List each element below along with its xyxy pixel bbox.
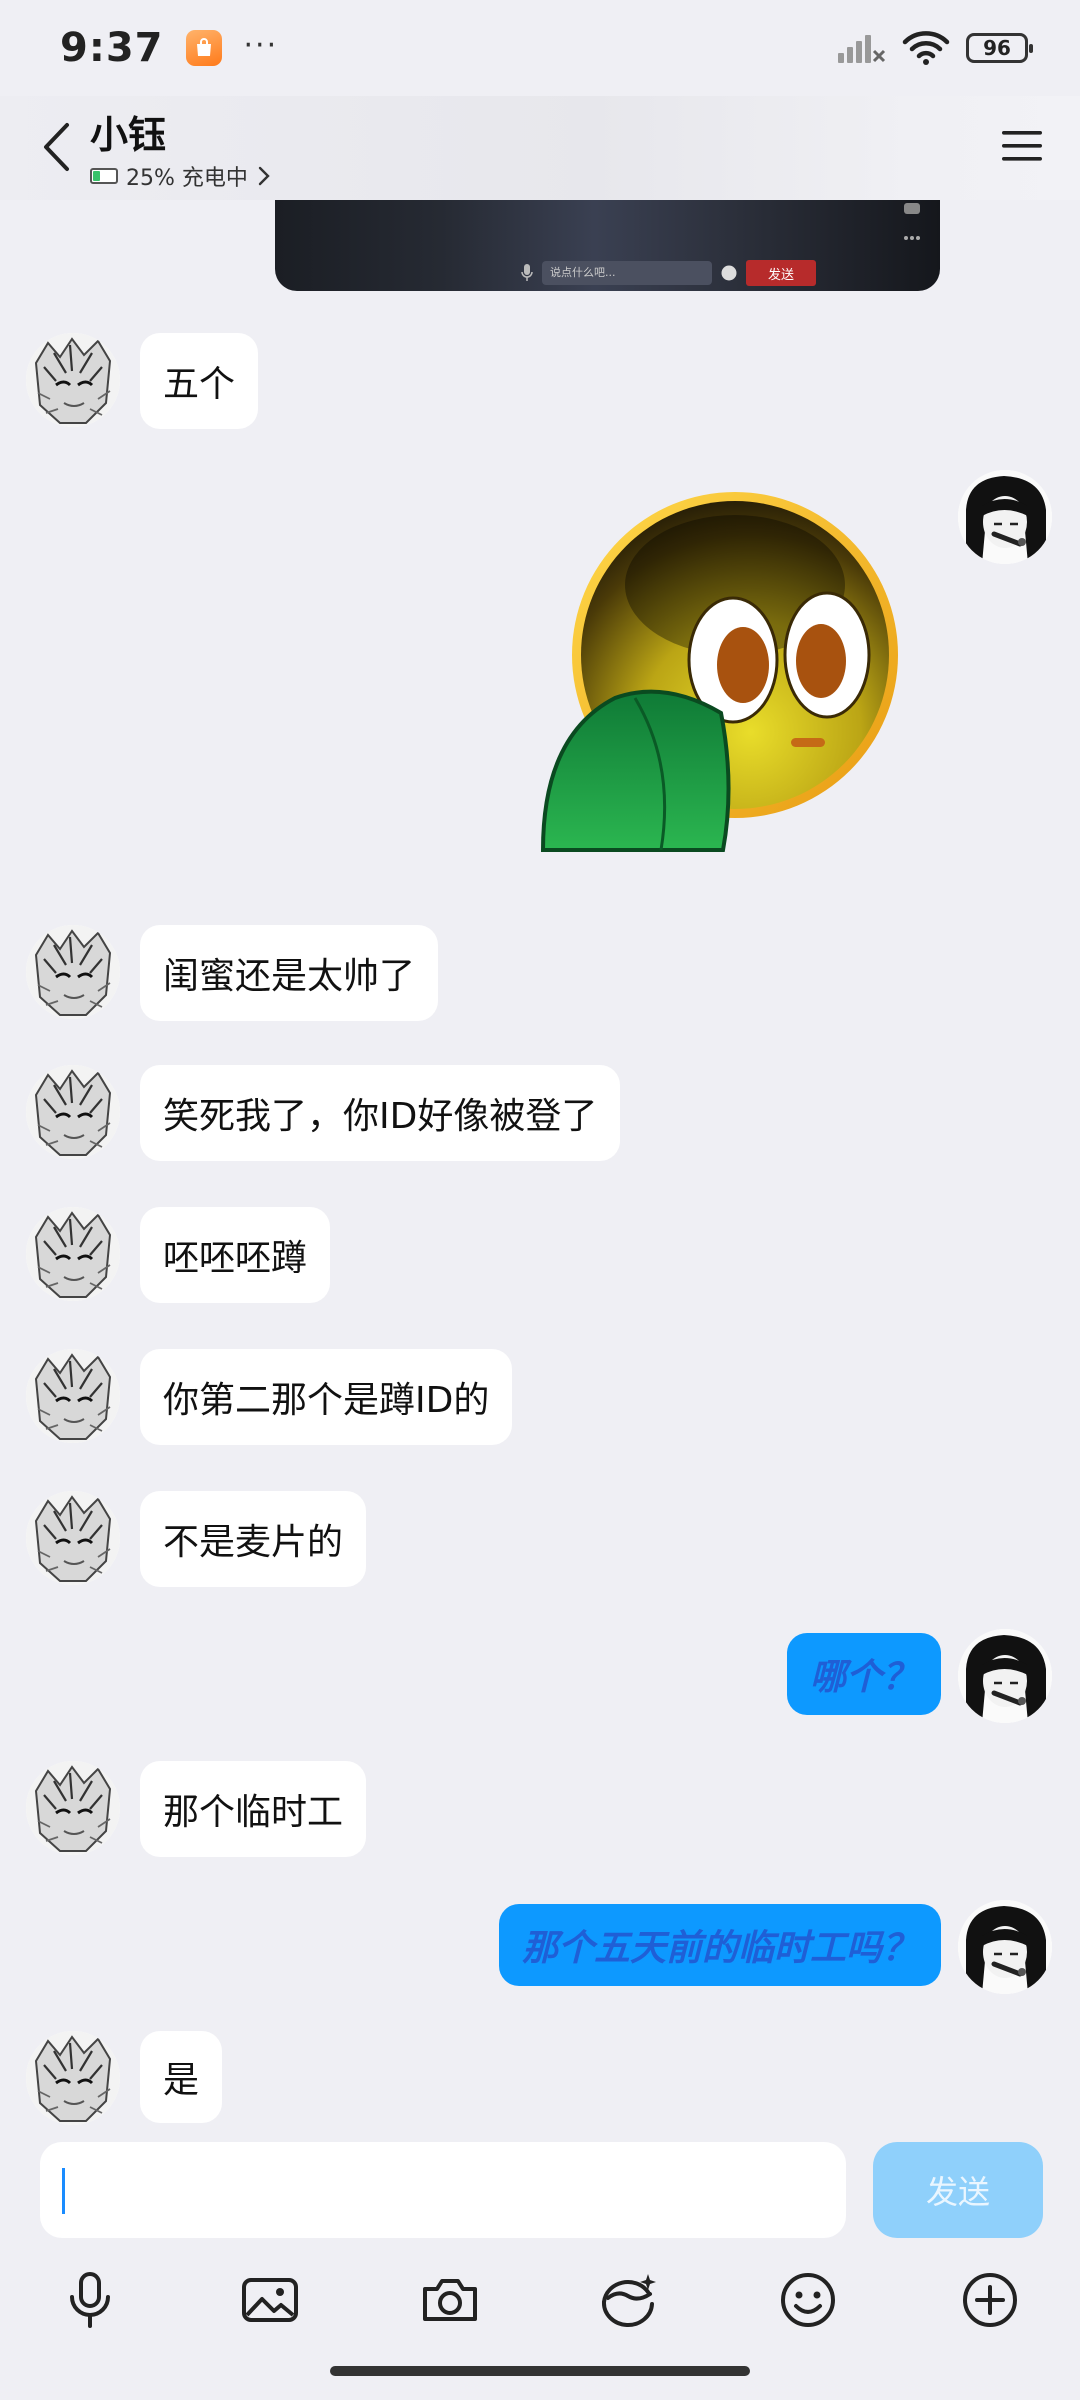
camera-button[interactable] <box>410 2260 490 2340</box>
contact-avatar[interactable] <box>26 1761 120 1855</box>
contact-avatar[interactable] <box>26 1491 120 1585</box>
chat-header: 小钰 25% 充电中 <box>0 96 1080 200</box>
face-effect-icon <box>601 2274 656 2328</box>
chevron-left-icon <box>44 123 69 171</box>
outgoing-message-bubble[interactable]: 那个五天前的临时工吗？ <box>498 1904 941 1986</box>
contact-avatar[interactable] <box>26 2031 120 2125</box>
contact-avatar[interactable] <box>26 1207 120 1301</box>
shy-emoji-sticker[interactable] <box>535 485 925 855</box>
microphone-icon <box>521 264 533 281</box>
microphone-icon <box>70 2272 110 2328</box>
emoji-icon <box>781 2273 835 2327</box>
my-avatar[interactable] <box>958 1629 1052 1723</box>
photo-album-button[interactable] <box>230 2260 310 2340</box>
more-dots-icon <box>904 236 920 240</box>
comment-icon <box>904 203 920 214</box>
back-button[interactable] <box>26 112 86 182</box>
video-send-button: 发送 <box>746 260 816 286</box>
contact-avatar[interactable] <box>26 1349 120 1443</box>
composer: 发送 <box>0 2128 1080 2400</box>
more-actions-button[interactable] <box>950 2260 1030 2340</box>
status-left: 9:37 ··· <box>60 25 278 71</box>
hamburger-menu-icon <box>1002 131 1042 161</box>
wifi-icon <box>902 31 950 65</box>
chevron-right-icon <box>258 166 270 186</box>
home-indicator[interactable] <box>330 2366 750 2376</box>
clock: 9:37 <box>60 25 164 71</box>
outgoing-message-bubble[interactable]: 哪个？ <box>786 1633 941 1715</box>
incoming-message-bubble[interactable]: 五个 <box>140 333 259 429</box>
contact-name[interactable]: 小钰 <box>90 104 166 159</box>
plus-icon <box>963 2273 1017 2327</box>
status-bar: 9:37 ··· 96 <box>0 0 1080 96</box>
voice-button[interactable] <box>50 2260 130 2340</box>
contact-battery-status[interactable]: 25% 充电中 <box>90 160 272 192</box>
battery-level: 96 <box>983 36 1011 60</box>
send-button[interactable]: 发送 <box>873 2142 1043 2238</box>
menu-button[interactable] <box>994 118 1050 174</box>
contact-avatar[interactable] <box>26 333 120 427</box>
camera-icon <box>423 2279 477 2321</box>
incoming-message-bubble[interactable]: 闺蜜还是太帅了 <box>140 925 439 1021</box>
message-input[interactable] <box>40 2142 846 2238</box>
incoming-message-bubble[interactable]: 呸呸呸蹲 <box>140 1207 331 1303</box>
incoming-message-bubble[interactable]: 那个临时工 <box>140 1761 367 1857</box>
status-right: 96 <box>836 30 1033 66</box>
incoming-message-bubble[interactable]: 你第二那个是蹲ID的 <box>140 1349 513 1445</box>
contact-avatar[interactable] <box>26 1065 120 1159</box>
my-avatar[interactable] <box>958 470 1052 564</box>
chat-screen: 9:37 ··· 96 小钰 25% 充电中 说点什么吧... 发送 五个 闺蜜… <box>0 0 1080 2400</box>
text-caret <box>62 2168 65 2214</box>
incoming-message-bubble[interactable]: 笑死我了，你ID好像被登了 <box>140 1065 621 1161</box>
more-notifications-icon: ··· <box>243 27 279 63</box>
video-comment-input: 说点什么吧... <box>542 261 712 285</box>
video-comment-bar: 说点什么吧... 发送 <box>520 258 940 288</box>
contact-avatar[interactable] <box>26 925 120 1019</box>
emoji-button[interactable] <box>768 2260 848 2340</box>
composer-toolbar <box>0 2260 1080 2350</box>
face-effect-button[interactable] <box>588 2260 668 2340</box>
emoji-icon <box>721 265 737 281</box>
my-avatar[interactable] <box>958 1900 1052 1994</box>
cellular-signal-icon <box>838 35 886 63</box>
incoming-message-bubble[interactable]: 是 <box>140 2031 223 2123</box>
image-icon <box>242 2278 298 2322</box>
battery-indicator: 96 <box>966 33 1033 63</box>
shopping-app-icon <box>185 30 222 66</box>
incoming-message-bubble[interactable]: 不是麦片的 <box>140 1491 367 1587</box>
battery-status-text: 25% 充电中 <box>126 166 248 191</box>
charging-battery-icon <box>90 168 118 184</box>
